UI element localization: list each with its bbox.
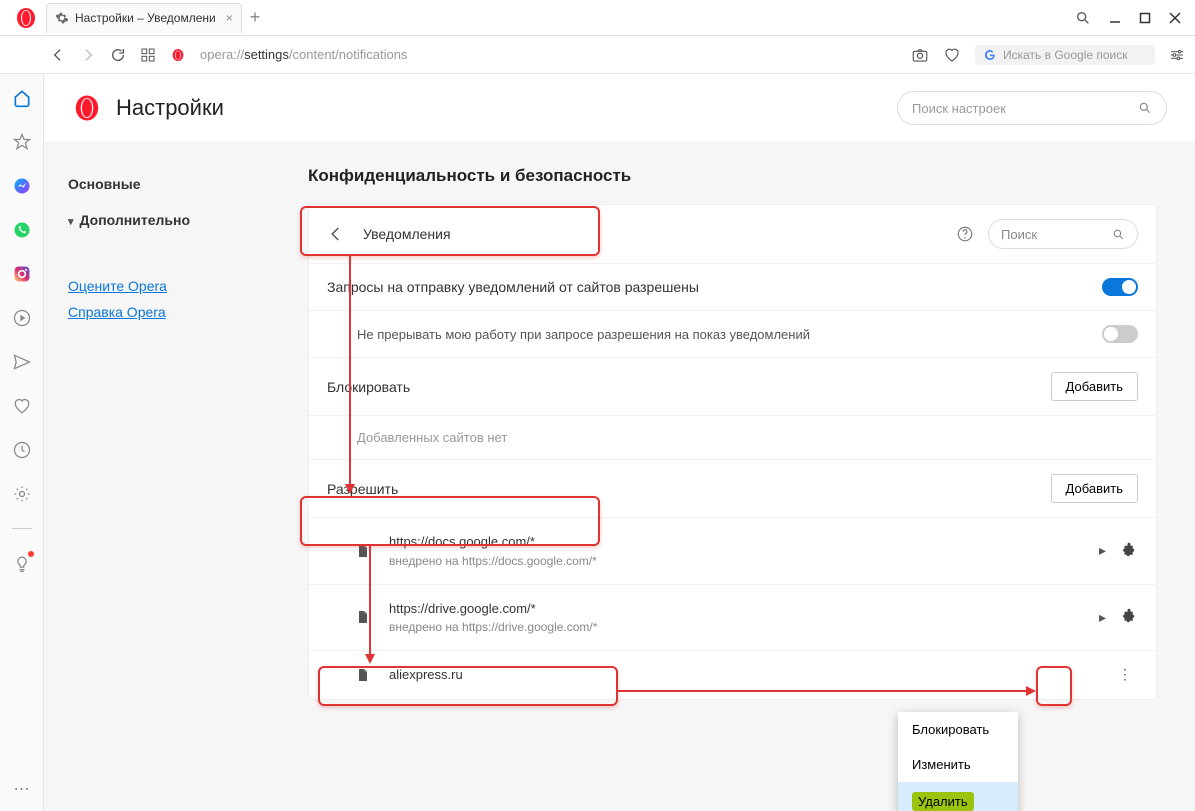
block-empty-row: Добавленных сайтов нет <box>309 416 1156 460</box>
sidebar-bookmarks-icon[interactable] <box>12 132 32 152</box>
sidebar-instagram-icon[interactable] <box>12 264 32 284</box>
card-title: Уведомления <box>363 226 451 242</box>
opera-o-icon <box>170 47 186 63</box>
menu-block[interactable]: Блокировать <box>898 712 1018 747</box>
site-text: aliexpress.ru <box>389 665 1112 685</box>
back-arrow-icon[interactable] <box>327 225 345 243</box>
extension-icon[interactable] <box>1120 608 1138 626</box>
sidebar-settings-icon[interactable] <box>12 484 32 504</box>
settings-content: Конфиденциальность и безопасность Уведом… <box>280 142 1195 811</box>
nav-back-button[interactable] <box>50 47 66 63</box>
menu-delete[interactable]: Удалить <box>898 782 1018 811</box>
search-icon <box>1112 228 1125 241</box>
chevron-right-icon[interactable]: ▸ <box>1099 542 1106 559</box>
chevron-right-icon[interactable]: ▸ <box>1099 609 1106 626</box>
main-area: Основные ▾Дополнительно Оцените Opera Сп… <box>44 142 1195 811</box>
site-context-menu: Блокировать Изменить Удалить <box>898 712 1018 811</box>
block-section-header: Блокировать Добавить <box>309 358 1156 416</box>
card-search-input[interactable]: Поиск <box>988 219 1138 249</box>
tab-close-icon[interactable]: × <box>226 11 233 25</box>
left-sidebar: ⋯ <box>0 74 44 811</box>
section-heading: Конфиденциальность и безопасность <box>280 166 1171 186</box>
heart-bookmark-icon[interactable] <box>943 46 961 64</box>
file-icon <box>355 609 371 625</box>
page-header: Настройки Поиск настроек <box>44 74 1195 142</box>
option-do-not-disturb: Не прерывать мою работу при запросе разр… <box>309 311 1156 358</box>
opera-logo-icon <box>72 93 102 123</box>
page-title: Настройки <box>116 95 224 121</box>
allow-site-row: https://docs.google.com/* внедрено на ht… <box>309 518 1156 585</box>
search-icon <box>1138 101 1152 115</box>
allow-site-row: aliexpress.ru ⋮ <box>309 651 1156 699</box>
titlebar: Настройки – Уведомлени × + <box>0 0 1195 36</box>
sidebar-heart-icon[interactable] <box>12 396 32 416</box>
window-maximize-button[interactable] <box>1139 12 1151 24</box>
file-icon <box>355 543 371 559</box>
site-text: https://docs.google.com/* внедрено на ht… <box>389 532 1099 570</box>
allow-site-row: https://drive.google.com/* внедрено на h… <box>309 585 1156 652</box>
toggle-requests[interactable] <box>1102 278 1138 296</box>
nav-rate-opera[interactable]: Оцените Opera <box>68 278 256 294</box>
sidebar-home-icon[interactable] <box>12 88 32 108</box>
google-g-icon <box>983 48 997 62</box>
tab-title: Настройки – Уведомлени <box>75 11 216 25</box>
settings-nav: Основные ▾Дополнительно Оцените Opera Сп… <box>44 142 280 811</box>
settings-search-input[interactable]: Поиск настроек <box>897 91 1167 125</box>
sidebar-hint-icon[interactable] <box>12 553 32 573</box>
reload-button[interactable] <box>110 47 126 63</box>
window-minimize-button[interactable] <box>1109 12 1121 24</box>
sidebar-more-icon[interactable]: ⋯ <box>14 779 30 799</box>
window-close-button[interactable] <box>1169 12 1181 24</box>
toggle-nodisturb[interactable] <box>1102 325 1138 343</box>
option-requests-allowed: Запросы на отправку уведомлений от сайто… <box>309 264 1156 311</box>
sidebar-messenger-icon[interactable] <box>12 176 32 196</box>
nav-advanced[interactable]: ▾Дополнительно <box>62 202 262 238</box>
nav-forward-button[interactable] <box>80 47 96 63</box>
new-tab-button[interactable]: + <box>250 7 261 28</box>
file-icon <box>355 667 371 683</box>
notifications-card: Уведомления Поиск Запросы на отправку ув… <box>308 204 1157 700</box>
card-header-row: Уведомления Поиск <box>309 205 1156 264</box>
allow-section-header: Разрешить Добавить <box>309 460 1156 518</box>
nav-basic[interactable]: Основные <box>62 166 262 202</box>
sidebar-history-icon[interactable] <box>12 440 32 460</box>
address-bar[interactable]: opera://settings/content/notifications <box>200 47 897 62</box>
menu-edit[interactable]: Изменить <box>898 747 1018 782</box>
speed-dial-icon[interactable] <box>140 47 156 63</box>
easy-setup-icon[interactable] <box>1169 47 1185 63</box>
allow-add-button[interactable]: Добавить <box>1051 474 1138 503</box>
gear-icon <box>55 11 69 25</box>
snapshot-icon[interactable] <box>911 46 929 64</box>
extension-icon[interactable] <box>1120 542 1138 560</box>
search-browser-icon[interactable] <box>1075 10 1091 26</box>
toolbar: opera://settings/content/notifications И… <box>0 36 1195 74</box>
help-icon[interactable] <box>956 225 974 243</box>
sidebar-divider <box>12 528 32 529</box>
opera-menu-icon[interactable] <box>14 6 38 30</box>
site-text: https://drive.google.com/* внедрено на h… <box>389 599 1099 637</box>
sidebar-play-icon[interactable] <box>12 308 32 328</box>
nav-help-opera[interactable]: Справка Opera <box>68 304 256 320</box>
google-search-input[interactable]: Искать в Google поиск <box>975 45 1155 65</box>
sidebar-whatsapp-icon[interactable] <box>12 220 32 240</box>
browser-tab[interactable]: Настройки – Уведомлени × <box>46 3 242 33</box>
site-more-button[interactable]: ⋮ <box>1112 666 1138 683</box>
sidebar-send-icon[interactable] <box>12 352 32 372</box>
block-add-button[interactable]: Добавить <box>1051 372 1138 401</box>
